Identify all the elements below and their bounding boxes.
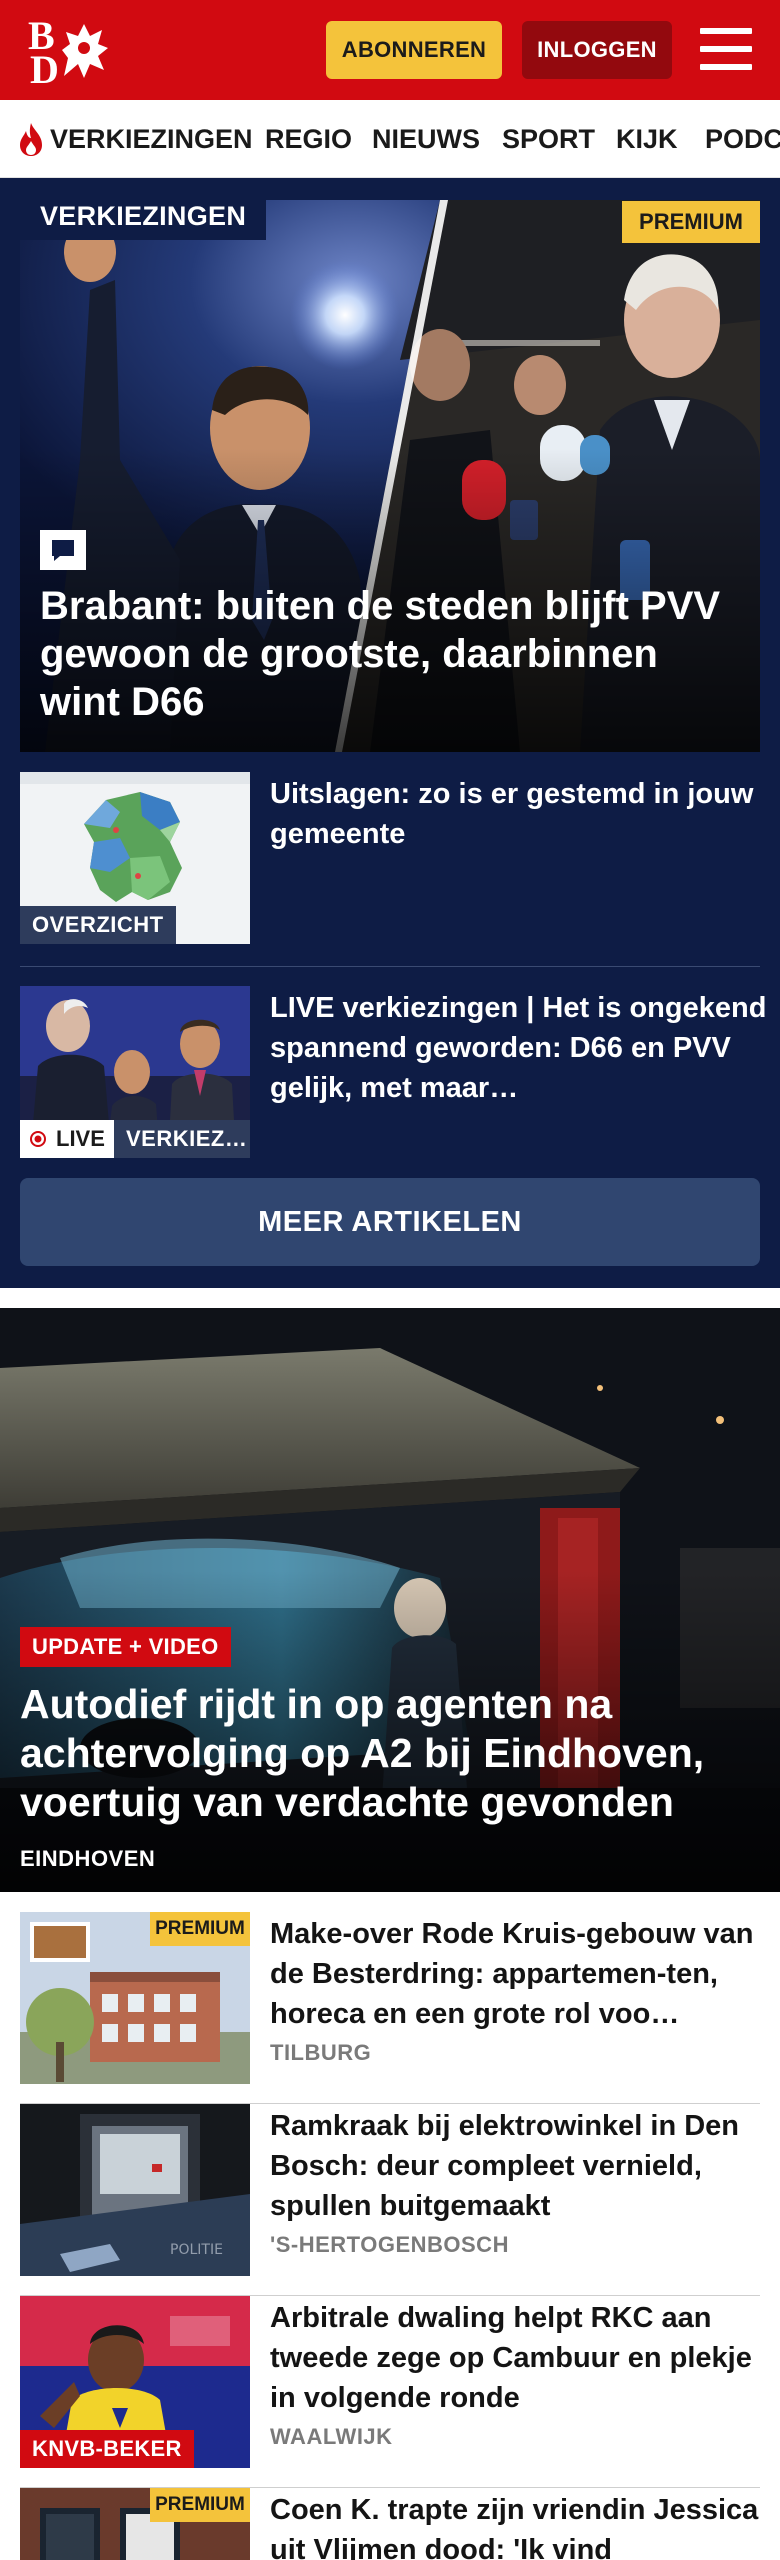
- premium-badge: PREMIUM: [150, 2488, 250, 2522]
- hamburger-menu-icon[interactable]: [700, 24, 752, 74]
- feature-article-title[interactable]: Autodief rijdt in op agenten na achtervo…: [20, 1680, 760, 1827]
- article-thumbnail: POLITIE: [20, 2104, 250, 2276]
- article-title[interactable]: LIVE verkiezingen | Het is ongekend span…: [270, 988, 770, 1108]
- flame-icon: [20, 123, 42, 156]
- label-overzicht: OVERZICHT: [20, 906, 176, 944]
- live-dot-icon: [30, 1131, 46, 1147]
- logo-lion-icon: [62, 24, 108, 78]
- list-item[interactable]: PREMIUM Coen K. trapte zijn vriendin Jes…: [20, 2488, 760, 2560]
- article-location: WAALWIJK: [270, 2424, 393, 2449]
- nav-item-verkiezingen[interactable]: VERKIEZINGEN: [50, 122, 253, 156]
- premium-badge: PREMIUM: [150, 1912, 250, 1946]
- top-bar: B D ABONNEREN INLOGGEN: [0, 0, 780, 100]
- article-title[interactable]: Arbitrale dwaling helpt RKC aan tweede z…: [270, 2298, 760, 2418]
- divider: [20, 966, 760, 967]
- live-label-text: LIVE: [56, 1126, 105, 1151]
- comment-icon: [40, 530, 86, 570]
- premium-badge: PREMIUM: [622, 201, 760, 243]
- article-card-live[interactable]: LIVE VERKIEZ… LIVE verkiezingen | Het is…: [20, 986, 766, 1158]
- login-button[interactable]: INLOGGEN: [522, 21, 672, 79]
- article-title[interactable]: Make-over Rode Kruis-gebouw van de Beste…: [270, 1914, 760, 2034]
- svg-text:POLITIE: POLITIE: [170, 2242, 223, 2258]
- knvb-beker-badge: KNVB-BEKER: [20, 2430, 194, 2468]
- article-location: TILBURG: [270, 2040, 372, 2065]
- list-item[interactable]: POLITIE Ramkraak bij elektrowinkel in De…: [20, 2104, 760, 2296]
- subscribe-button[interactable]: ABONNEREN: [326, 21, 502, 79]
- site-logo[interactable]: B D: [26, 16, 116, 90]
- article-title[interactable]: Uitslagen: zo is er gestemd in jouw geme…: [270, 774, 770, 854]
- label-verkiezingen: VERKIEZ…: [114, 1120, 250, 1158]
- section-nav: VERKIEZINGEN REGIO NIEUWS SPORT KIJK POD…: [0, 100, 780, 178]
- section-label-verkiezingen[interactable]: VERKIEZINGEN: [20, 192, 267, 240]
- article-card-uitslagen[interactable]: OVERZICHT Uitslagen: zo is er gestemd in…: [20, 772, 760, 944]
- article-title[interactable]: Coen K. trapte zijn vriendin Jessica uit…: [270, 2490, 760, 2560]
- list-item[interactable]: KNVB-BEKER Arbitrale dwaling helpt RKC a…: [20, 2296, 760, 2488]
- hero-article-title[interactable]: Brabant: buiten de steden blijft PVV gew…: [40, 582, 740, 726]
- article-title[interactable]: Ramkraak bij elektrowinkel in Den Bosch:…: [270, 2106, 760, 2226]
- nav-item-nieuws[interactable]: NIEUWS: [372, 122, 480, 156]
- live-label: LIVE: [20, 1120, 117, 1158]
- nav-item-regio[interactable]: REGIO: [265, 122, 352, 156]
- more-articles-button[interactable]: MEER ARTIKELEN: [20, 1178, 760, 1266]
- update-video-badge: UPDATE + VIDEO: [20, 1627, 231, 1667]
- article-location: 'S-HERTOGENBOSCH: [270, 2232, 509, 2257]
- list-item[interactable]: PREMIUM Make-over Rode Kruis-gebouw van …: [20, 1912, 760, 2104]
- feature-location: EINDHOVEN: [20, 1846, 156, 1871]
- nav-item-podcast[interactable]: PODC: [705, 122, 780, 156]
- nav-item-sport[interactable]: SPORT: [502, 122, 595, 156]
- nav-item-kijk[interactable]: KIJK: [616, 122, 678, 156]
